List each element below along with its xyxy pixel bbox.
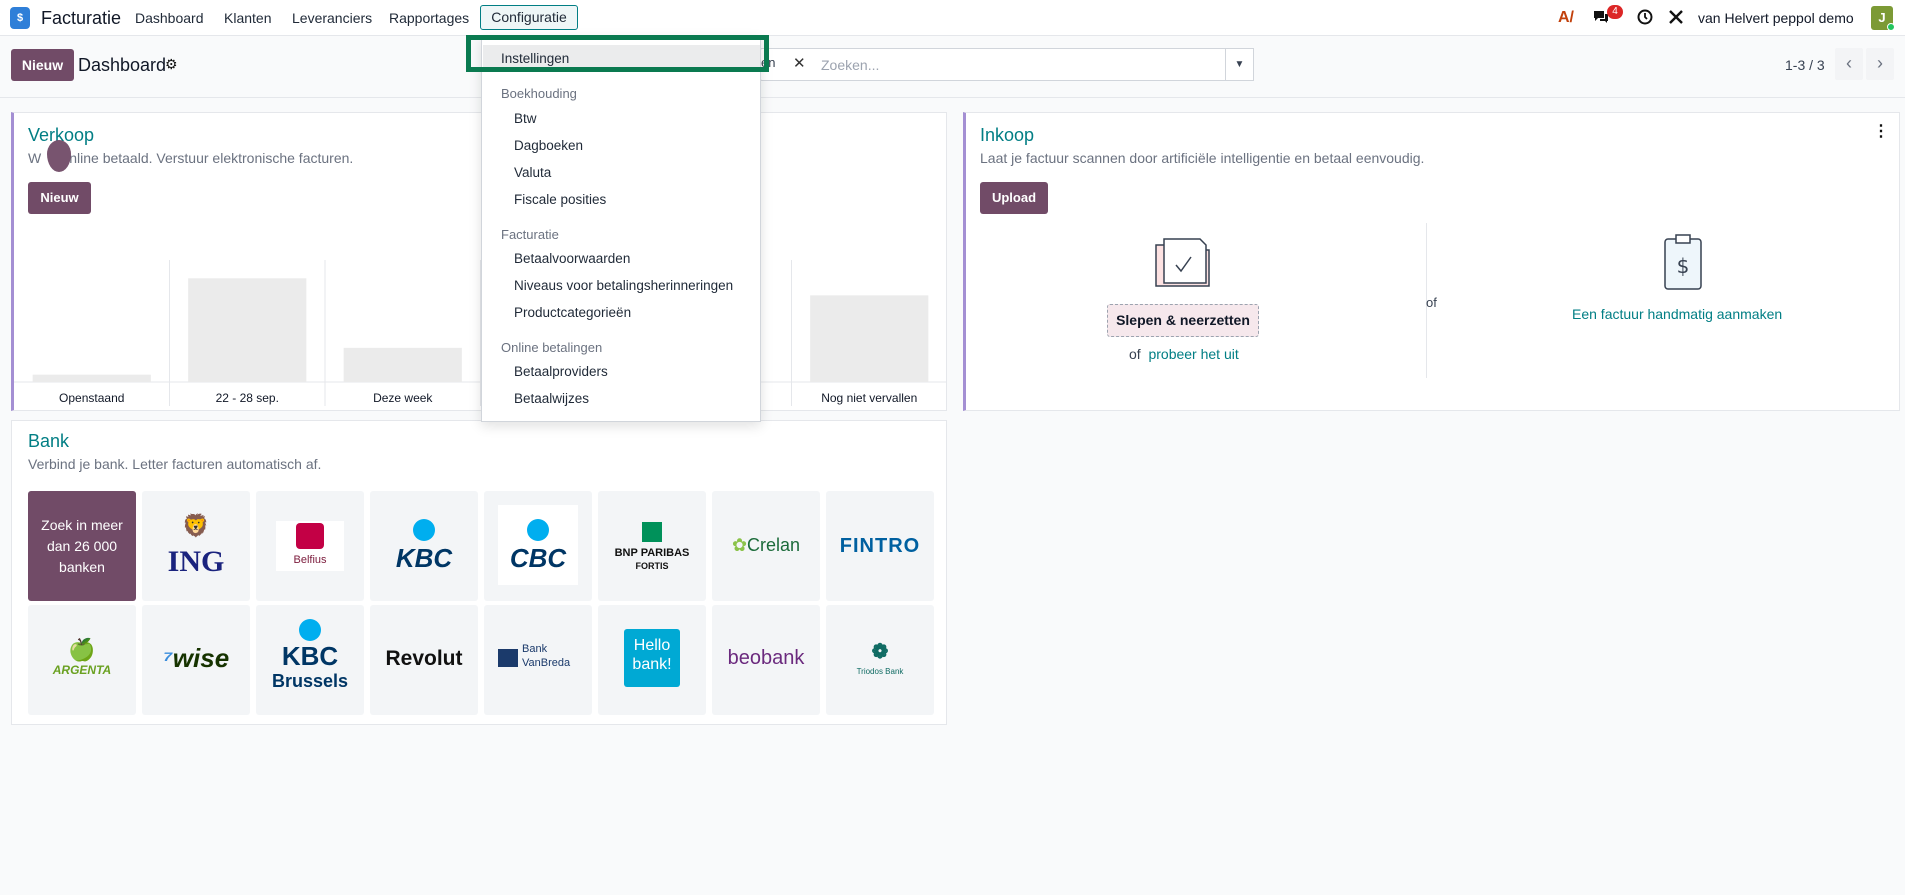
status-online-dot bbox=[1887, 23, 1895, 31]
control-panel: Nieuw Dashboard ⚙ en ✕ Zoeken... ▼ 1-3 /… bbox=[0, 36, 1905, 98]
chart-bar[interactable] bbox=[188, 278, 307, 382]
vanbreda-logo-icon bbox=[498, 649, 518, 667]
bank-kbc[interactable]: KBC bbox=[370, 491, 478, 601]
kebab-menu-icon[interactable]: ⋮ bbox=[1873, 121, 1889, 141]
inkoop-card: Inkoop Laat je factuur scannen door arti… bbox=[963, 112, 1900, 411]
new-button[interactable]: Nieuw bbox=[11, 49, 74, 81]
menu-item-valuta[interactable]: Valuta bbox=[514, 165, 551, 180]
chart-category-label: Nog niet vervallen bbox=[821, 391, 917, 405]
remove-facet-icon[interactable]: ✕ bbox=[793, 54, 806, 72]
menu-item-betaalproviders[interactable]: Betaalproviders bbox=[514, 364, 608, 379]
bank-bnp-paribas-fortis[interactable]: BNP PARIBAS FORTIS bbox=[598, 491, 706, 601]
chart-bar[interactable] bbox=[32, 374, 151, 382]
bank-van-breda[interactable]: Bank VanBreda bbox=[484, 605, 592, 715]
menu-dashboard[interactable]: Dashboard bbox=[135, 10, 204, 26]
svg-text:$: $ bbox=[1677, 254, 1690, 278]
tools-icon[interactable] bbox=[1668, 9, 1684, 30]
clock-icon[interactable] bbox=[1637, 9, 1653, 30]
chart-bar[interactable] bbox=[343, 347, 462, 382]
search-banks-tile[interactable]: Zoek in meer dan 26 000 banken bbox=[28, 491, 136, 601]
section-boekhouding: Boekhouding bbox=[501, 86, 577, 101]
bank-belfius[interactable]: Belfius bbox=[256, 491, 364, 601]
section-online-betalingen: Online betalingen bbox=[501, 340, 603, 355]
menu-rapportages[interactable]: Rapportages bbox=[389, 10, 469, 26]
lion-icon: 🦁 bbox=[182, 513, 210, 538]
inkoop-title[interactable]: Inkoop bbox=[980, 125, 1034, 146]
menu-item-productcategorieen[interactable]: Productcategorieën bbox=[514, 305, 631, 320]
menu-item-fiscale-posities[interactable]: Fiscale posities bbox=[514, 192, 606, 207]
highlight-annotation bbox=[466, 35, 769, 72]
bank-triodos[interactable]: ❁ Triodos Bank bbox=[826, 605, 934, 715]
upload-button[interactable]: Upload bbox=[980, 182, 1048, 214]
bank-card: Bank Verbind je bank. Letter facturen au… bbox=[11, 420, 947, 725]
try-it-line: of probeer het uit bbox=[1129, 346, 1239, 362]
bank-subtitle: Verbind je bank. Letter facturen automat… bbox=[28, 456, 322, 472]
bank-kbc-brussels[interactable]: KBC Brussels bbox=[256, 605, 364, 715]
bank-cbc[interactable]: CBC bbox=[484, 491, 592, 601]
menu-item-betalingsherinneringen[interactable]: Niveaus voor betalingsherinneringen bbox=[514, 278, 733, 293]
pager-prev-button[interactable]: ‹ bbox=[1835, 48, 1863, 80]
app-name[interactable]: Facturatie bbox=[41, 8, 121, 29]
bank-ing[interactable]: 🦁 ING bbox=[142, 491, 250, 601]
bank-revolut[interactable]: Revolut bbox=[370, 605, 478, 715]
inkoop-subtitle: Laat je factuur scannen door artificiële… bbox=[980, 150, 1425, 166]
bank-wise[interactable]: ⁷wise bbox=[142, 605, 250, 715]
middle-or-label: of bbox=[1426, 295, 1437, 310]
chart-bar[interactable] bbox=[810, 295, 929, 382]
bank-argenta[interactable]: 🍏 ARGENTA bbox=[28, 605, 136, 715]
menu-item-betaalwijzes[interactable]: Betaalwijzes bbox=[514, 391, 589, 406]
triodos-knot-icon: ❁ bbox=[871, 641, 889, 663]
menu-item-dagboeken[interactable]: Dagboeken bbox=[514, 138, 583, 153]
top-navbar: $ Facturatie Dashboard Klanten Leveranci… bbox=[0, 0, 1905, 36]
manual-invoice-link[interactable]: Een factuur handmatig aanmaken bbox=[1572, 306, 1782, 322]
chart-category-label: 22 - 28 sep. bbox=[216, 391, 279, 405]
messages-badge: 4 bbox=[1607, 5, 1623, 19]
page-title: Dashboard bbox=[78, 55, 167, 75]
section-facturatie: Facturatie bbox=[501, 227, 559, 242]
verkoop-card: Verkoop Wnline betaald. Verstuur elektro… bbox=[11, 112, 947, 411]
bnp-stars-icon bbox=[642, 522, 662, 542]
menu-configuratie[interactable]: Configuratie bbox=[480, 5, 578, 30]
chart-category-label: Deze week bbox=[373, 391, 433, 405]
menu-item-betaalvoorwaarden[interactable]: Betaalvoorwaarden bbox=[514, 251, 630, 266]
invoice-app-icon[interactable]: $ bbox=[10, 7, 30, 29]
pager-next-button[interactable]: › bbox=[1866, 48, 1894, 80]
invoice-clipboard-icon: $ bbox=[1661, 231, 1707, 297]
search-bar[interactable]: en ✕ Zoeken... bbox=[760, 48, 1254, 81]
bank-fintro[interactable]: FINTRO bbox=[826, 491, 934, 601]
pager-value[interactable]: 1-3 / 3 bbox=[1785, 57, 1825, 73]
company-switcher[interactable]: van Helvert peppol demo bbox=[1698, 10, 1854, 26]
wise-flag-icon: ⁷ bbox=[162, 643, 173, 673]
menu-leveranciers[interactable]: Leveranciers bbox=[292, 10, 372, 26]
search-options-toggle[interactable]: ▼ bbox=[1225, 48, 1254, 81]
configuratie-dropdown: Instellingen Boekhouding Btw Dagboeken V… bbox=[481, 36, 761, 422]
search-input[interactable]: Zoeken... bbox=[821, 57, 879, 73]
bank-beobank[interactable]: beobank bbox=[712, 605, 820, 715]
crelan-leaf-icon: ✿ bbox=[731, 535, 748, 555]
bank-title[interactable]: Bank bbox=[28, 431, 69, 452]
folder-icon bbox=[1152, 231, 1216, 295]
drag-drop-zone[interactable]: Slepen & neerzetten bbox=[1107, 304, 1259, 337]
bank-hello-bank[interactable]: Hello bank! bbox=[598, 605, 706, 715]
menu-item-btw[interactable]: Btw bbox=[514, 111, 537, 126]
argenta-apple-icon: 🍏 bbox=[68, 637, 96, 662]
ai-icon[interactable]: A/ bbox=[1558, 9, 1574, 27]
menu-klanten[interactable]: Klanten bbox=[224, 10, 271, 26]
belfius-logo-icon bbox=[296, 523, 324, 549]
gear-icon[interactable]: ⚙ bbox=[165, 56, 178, 73]
chart-category-label: Openstaand bbox=[59, 391, 124, 405]
try-it-link[interactable]: probeer het uit bbox=[1148, 346, 1238, 362]
bank-crelan[interactable]: ✿Crelan bbox=[712, 491, 820, 601]
